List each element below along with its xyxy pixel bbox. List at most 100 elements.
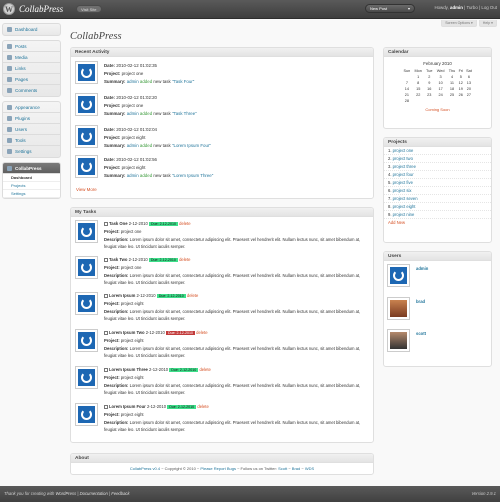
delete-link[interactable]: delete (179, 221, 190, 226)
list-item: 9. project nine (384, 211, 491, 219)
task-link[interactable]: "Lorem Ipsum Four" (172, 143, 211, 148)
user-link[interactable]: admin (127, 79, 139, 84)
visit-site-button[interactable]: Visit Site (76, 5, 102, 13)
twitter-brad-link[interactable]: Brad (292, 466, 300, 471)
admin-bar: W CollabPress Visit Site New Post ▾ Howdy… (0, 0, 500, 19)
sidebar-item-posts[interactable]: Posts (3, 41, 60, 52)
sidebar-item-appearance[interactable]: Appearance (3, 102, 60, 113)
documentation-link[interactable]: Documentation (80, 491, 108, 496)
submenu-item-settings[interactable]: Settings (3, 190, 60, 198)
box-title: About (71, 454, 373, 463)
sidebar-item-label: Appearance (15, 104, 40, 110)
turbo-link[interactable]: Turbo (466, 5, 477, 10)
submenu-item-dashboard[interactable]: Dashboard (3, 174, 60, 182)
sidebar-item-label: Tools (15, 137, 26, 143)
project-link[interactable]: project one (393, 148, 414, 153)
sidebar-item-dashboard[interactable]: Dashboard (3, 24, 60, 35)
add-new-project-link[interactable]: Add New (384, 219, 491, 227)
task-name: Lorem Ipsum Four (109, 404, 146, 409)
list-item: 8. project eight (384, 203, 491, 211)
links-icon (7, 65, 12, 71)
project-link[interactable]: project two (393, 156, 413, 161)
project-list: 1. project one 2. project two 3. project… (384, 147, 491, 227)
logout-link[interactable]: Log Out (481, 5, 497, 10)
user-link[interactable]: admin (127, 111, 139, 116)
screen-options-button[interactable]: Screen Options ▾ (441, 20, 477, 27)
user-link[interactable]: brad (416, 299, 425, 304)
sidebar-item-tools[interactable]: Tools (3, 135, 60, 146)
twitter-scott-link[interactable]: Scott (278, 466, 287, 471)
footer: Thank you for creating with WordPress | … (0, 486, 500, 502)
favorites-dropdown[interactable]: New Post ▾ (365, 4, 415, 13)
box-title: Recent Activity (71, 48, 373, 57)
activity-date: 2010-02-12 01:02:20 (116, 95, 157, 100)
user-link[interactable]: admin (127, 173, 139, 178)
project-link[interactable]: project three (393, 164, 416, 169)
task-description: Lorem ipsum dolor sit amet, consectetur … (104, 237, 361, 249)
task-link[interactable]: "Task Three" (172, 111, 197, 116)
comments-icon (7, 88, 12, 93)
wordpress-logo-icon[interactable]: W (3, 3, 15, 15)
submenu-item-projects[interactable]: Projects (3, 182, 60, 190)
project-link[interactable]: project five (393, 180, 413, 185)
delete-link[interactable]: delete (196, 330, 207, 335)
report-bugs-link[interactable]: Please Report Bugs (200, 466, 236, 471)
user-link[interactable]: admin (450, 5, 463, 10)
sidebar-item-pages[interactable]: Pages (3, 74, 60, 85)
user-link[interactable]: scott (416, 331, 426, 336)
collabpress-icon (7, 165, 12, 171)
user-item: brad (388, 298, 488, 328)
project-link[interactable]: project four (393, 172, 414, 177)
task-created: 2-12-2010 (136, 293, 156, 298)
task-checkbox[interactable] (104, 404, 108, 409)
sidebar-item-settings[interactable]: Settings (3, 146, 60, 157)
delete-link[interactable]: delete (187, 293, 198, 298)
task-checkbox[interactable] (104, 257, 108, 262)
task-created: 2-12-2010 (128, 221, 148, 226)
version-link[interactable]: CollabPress v0.4 (130, 466, 160, 471)
sidebar-item-collabpress[interactable]: CollabPress (3, 163, 60, 174)
help-button[interactable]: Help ▾ (478, 20, 497, 27)
delete-link[interactable]: delete (199, 367, 210, 372)
twitter-wds-link[interactable]: WDS (305, 466, 314, 471)
howdy-area: Howdy, admin | Turbo | Log Out (434, 5, 497, 10)
project-link[interactable]: project six (393, 188, 412, 193)
task-item: Task Two 2-12-2010 Due: 2-12-2010 delete… (76, 256, 371, 292)
task-item: Lorem Ipsum 2-12-2010 Due: 2-12-2010 del… (76, 292, 371, 328)
task-checkbox[interactable] (104, 221, 108, 226)
project-link[interactable]: project eight (393, 204, 416, 209)
delete-link[interactable]: delete (179, 257, 190, 262)
avatar (76, 367, 97, 388)
sidebar-item-media[interactable]: Media (3, 52, 60, 63)
activity-date: 2010-02-12 01:02:04 (116, 127, 157, 132)
sidebar-item-users[interactable]: Users (3, 124, 60, 135)
settings-icon (7, 149, 12, 154)
delete-link[interactable]: delete (197, 404, 208, 409)
sidebar-item-links[interactable]: Links (3, 63, 60, 74)
task-created: 2-12-2010 (145, 330, 165, 335)
activity-date: 2010-02-12 01:02:56 (116, 157, 157, 162)
task-project: project eight (120, 338, 144, 343)
sidebar-item-label: Pages (15, 76, 29, 82)
task-checkbox[interactable] (104, 330, 108, 335)
project-link[interactable]: project nine (393, 212, 415, 217)
task-checkbox[interactable] (104, 293, 108, 298)
user-item: admin (388, 265, 488, 295)
task-project: project eight (120, 375, 144, 380)
site-title[interactable]: CollabPress (19, 3, 63, 15)
task-link[interactable]: "Task Four" (172, 79, 194, 84)
sidebar-item-comments[interactable]: Comments (3, 85, 60, 96)
avatar (76, 330, 97, 351)
user-link[interactable]: admin (416, 266, 428, 271)
feedback-link[interactable]: Feedback (111, 491, 129, 496)
view-more-link[interactable]: View More (76, 187, 97, 192)
project-link[interactable]: project seven (393, 196, 418, 201)
sidebar-item-plugins[interactable]: Plugins (3, 113, 60, 124)
task-description: Lorem ipsum dolor sit amet, consectetur … (104, 346, 361, 358)
posts-icon (7, 43, 12, 49)
user-link[interactable]: admin (127, 143, 139, 148)
wordpress-link[interactable]: WordPress (55, 491, 76, 496)
task-link[interactable]: "Lorem Ipsum Three" (172, 173, 213, 178)
avatar (76, 126, 97, 147)
task-checkbox[interactable] (104, 367, 108, 372)
